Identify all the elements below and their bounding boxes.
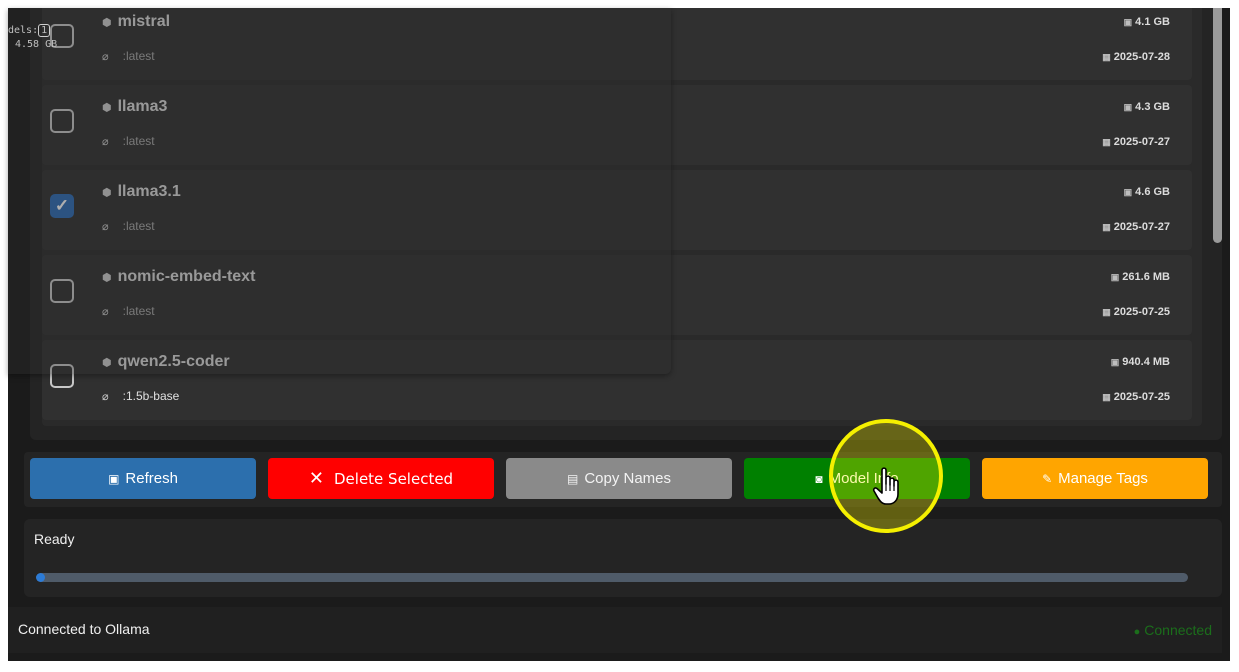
delete-selected-button[interactable]: ✕ Delete Selected [268, 458, 494, 499]
connection-status: Connected [1144, 622, 1212, 638]
disk-icon: ▣ [1110, 357, 1120, 367]
calendar-icon: ▦ [1102, 392, 1111, 402]
calendar-icon: ▦ [1102, 137, 1111, 147]
model-list: ⬢ mistral ⌀:latest ▣ 4.1 GB ▦ 2025-07-28 ⬢ l… [42, 8, 1202, 426]
model-row[interactable]: ⬢ llama3 ⌀ :latest ▣ 4.3 GB ▦ 2025-07-27 [42, 85, 1192, 165]
manage-tags-button[interactable]: ✎ Manage Tags [982, 458, 1208, 499]
disk-icon: ▣ [1123, 17, 1133, 27]
connection-message: Connected to Ollama [18, 621, 150, 637]
info-icon: ◙ [815, 471, 823, 486]
model-tag: :latest [122, 49, 155, 63]
clipboard-icon: ▤ [566, 471, 579, 486]
tag-icon: ⌀ [102, 221, 109, 233]
model-size: 4.6 GB [1135, 186, 1170, 198]
cube-icon: ⬢ [102, 187, 112, 199]
model-size: 4.1 GB [1135, 16, 1170, 28]
model-date: 2025-07-28 [1113, 51, 1170, 63]
model-name: qwen2.5-coder [117, 353, 230, 370]
model-checkbox-checked[interactable]: ✓ [50, 194, 74, 218]
tag-icon: ✎ [1042, 471, 1053, 486]
app-window: ⬢ mistral ⌀:latest ▣ 4.1 GB ▦ 2025-07-28 ⬢ l… [8, 8, 1230, 661]
model-date: 2025-07-25 [1113, 391, 1170, 403]
refresh-button[interactable]: ▣ Refresh [30, 458, 256, 499]
model-name: llama3 [117, 98, 168, 115]
model-row[interactable]: ⬢ qwen2.5-coder ⌀ :1.5b-base ▣ 940.4 MB ▦ 20… [42, 340, 1192, 420]
copy-names-button[interactable]: ▤ Copy Names [506, 458, 732, 499]
model-checkbox[interactable] [50, 109, 74, 133]
progress-bar [36, 573, 1188, 582]
disk-icon: ▣ [1123, 102, 1133, 112]
cube-icon: ⬢ [102, 102, 112, 114]
model-name: nomic-embed-text [117, 268, 256, 285]
cube-icon: ⬢ [102, 272, 112, 284]
model-tag: :1.5b-base [122, 389, 180, 403]
model-list-panel: ⬢ mistral ⌀:latest ▣ 4.1 GB ▦ 2025-07-28 ⬢ l… [30, 8, 1222, 440]
refresh-icon: ▣ [108, 471, 120, 486]
model-tag: :latest [122, 134, 155, 148]
tag-icon: ⌀ [102, 136, 109, 148]
tag-icon: ⌀ [102, 391, 109, 403]
model-date: 2025-07-27 [1113, 136, 1170, 148]
model-date: 2025-07-25 [1113, 306, 1170, 318]
model-checkbox[interactable] [50, 364, 74, 388]
model-row[interactable]: ✓ ⬢ llama3.1 ⌀ :latest ▣ 4.6 GB ▦ 2025-07-27 [42, 170, 1192, 250]
status-bar: Connected to Ollama ● Connected [8, 607, 1222, 653]
model-name: llama3.1 [117, 183, 181, 200]
model-tag: :latest [122, 304, 155, 318]
model-size: 4.3 GB [1135, 101, 1170, 113]
model-checkbox[interactable] [50, 279, 74, 303]
model-size: 940.4 MB [1122, 356, 1170, 368]
calendar-icon: ▦ [1102, 307, 1111, 317]
list-scrollbar[interactable] [1213, 8, 1222, 243]
model-info-button[interactable]: ◙ Model Info [744, 458, 970, 499]
x-icon: ✕ [308, 468, 324, 489]
cube-icon: ⬢ [102, 357, 112, 369]
progress-fill [36, 573, 46, 582]
model-date: 2025-07-27 [1113, 221, 1170, 233]
model-name: mistral [117, 13, 171, 30]
status-text: Ready [34, 531, 75, 547]
model-row[interactable]: ⬢ nomic-embed-text ⌀ :latest ▣ 261.6 MB ▦ 20… [42, 255, 1192, 335]
action-button-bar: ▣ Refresh ✕ Delete Selected ▤ Copy Names ◙ M… [24, 452, 1222, 507]
model-checkbox[interactable] [50, 24, 74, 48]
disk-icon: ▣ [1110, 272, 1120, 282]
status-dot-icon: ● [1133, 626, 1141, 638]
cube-icon: ⬢ [102, 17, 112, 29]
tag-icon: ⌀ [102, 51, 109, 63]
disk-icon: ▣ [1123, 187, 1133, 197]
model-row[interactable]: ⬢ mistral ⌀ :latest ▣ 4.1 GB ▦ 2025-07-28 [42, 8, 1192, 80]
calendar-icon: ▦ [1102, 222, 1111, 232]
tag-icon: ⌀ [102, 306, 109, 318]
model-tag: :latest [122, 219, 155, 233]
calendar-icon: ▦ [1102, 52, 1111, 62]
status-panel: Ready [24, 519, 1222, 597]
model-size: 261.6 MB [1122, 271, 1170, 283]
